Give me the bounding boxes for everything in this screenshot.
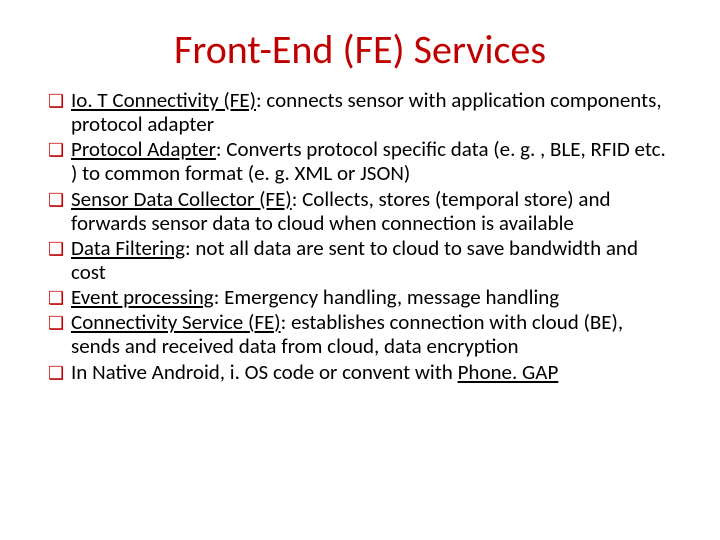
list-item: ❑ In Native Android, i. OS code or conven… (48, 360, 672, 384)
bullet-icon: ❑ (48, 190, 65, 211)
list-item-body: Protocol Adapter: Converts protocol spec… (71, 137, 672, 185)
list-item-body: Data Filtering: not all data are sent to… (71, 236, 672, 284)
list-item-body: Connectivity Service (FE): establishes c… (71, 310, 672, 358)
list-item-rest: : Emergency handling, message handling (214, 284, 559, 310)
list-item: ❑ Protocol Adapter: Converts protocol spe… (48, 137, 672, 185)
list-item-lead: Connectivity Service (FE) (71, 309, 281, 335)
list-item-link[interactable]: Phone. GAP (458, 359, 559, 385)
list-item-lead: Sensor Data Collector (FE) (71, 186, 292, 212)
bullet-icon: ❑ (48, 91, 65, 112)
list-item-lead: Event processing (71, 284, 214, 310)
bullet-list: ❑ Io. T Connectivity (FE): connects senso… (48, 88, 672, 384)
bullet-icon: ❑ (48, 239, 65, 260)
list-item: ❑ Io. T Connectivity (FE): connects senso… (48, 88, 672, 136)
list-item: ❑ Event processing: Emergency handling, m… (48, 285, 672, 309)
list-item-body: Sensor Data Collector (FE): Collects, st… (71, 187, 672, 235)
list-item: ❑ Sensor Data Collector (FE): Collects, s… (48, 187, 672, 235)
list-item-lead: Io. T Connectivity (FE) (71, 87, 256, 113)
bullet-icon: ❑ (48, 363, 65, 384)
bullet-icon: ❑ (48, 140, 65, 161)
list-item-lead: Data Filtering (71, 235, 185, 261)
list-item-lead: In Native Android, i. OS code or convent… (71, 359, 458, 385)
page-title: Front-End (FE) Services (40, 28, 680, 72)
list-item-body: Io. T Connectivity (FE): connects sensor… (71, 88, 672, 136)
list-item: ❑ Connectivity Service (FE): establishes … (48, 310, 672, 358)
list-item-body: Event processing: Emergency handling, me… (71, 285, 672, 309)
list-item: ❑ Data Filtering: not all data are sent t… (48, 236, 672, 284)
slide: Front-End (FE) Services ❑ Io. T Connectiv… (0, 28, 720, 540)
list-item-lead: Protocol Adapter (71, 136, 216, 162)
list-item-body: In Native Android, i. OS code or convent… (71, 360, 672, 384)
bullet-icon: ❑ (48, 313, 65, 334)
bullet-icon: ❑ (48, 288, 65, 309)
